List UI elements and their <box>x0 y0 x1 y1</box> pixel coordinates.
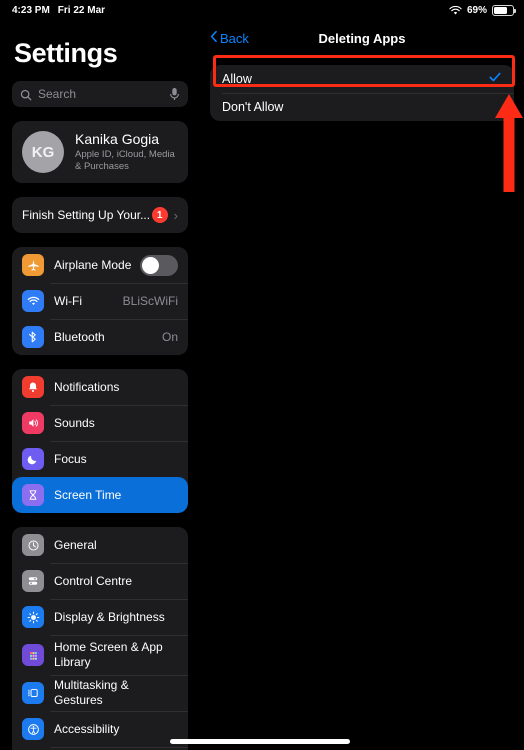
nav-bar: Deleting Apps Back <box>200 20 524 56</box>
control-centre-icon <box>22 570 44 593</box>
moon-icon <box>22 448 44 471</box>
sidebar-item-wifi[interactable]: Wi-Fi BLiScWiFi <box>12 283 188 319</box>
sidebar-item-sounds[interactable]: Sounds <box>12 405 188 441</box>
wifi-icon <box>449 5 462 16</box>
sidebar-item-multitasking[interactable]: Multitasking & Gestures <box>12 675 188 711</box>
chevron-left-icon <box>210 30 218 46</box>
sidebar-item-display-brightness[interactable]: Display & Brightness <box>12 599 188 635</box>
sidebar-item-label: Screen Time <box>54 487 122 502</box>
status-bar: 4:23 PM Fri 22 Mar 69% <box>0 0 524 20</box>
airplane-icon <box>22 254 44 277</box>
search-icon <box>20 88 32 101</box>
sidebar-item-label: Airplane Mode <box>54 257 132 272</box>
sidebar-item-label: Home Screen & App Library <box>54 640 163 670</box>
bluetooth-state-value: On <box>161 330 178 345</box>
sidebar-item-label: Control Centre <box>54 573 133 588</box>
checkmark-icon <box>488 70 502 88</box>
finish-setup-group: Finish Setting Up Your... 1 › <box>12 197 188 234</box>
sidebar-item-home-screen[interactable]: Home Screen & App Library <box>12 635 188 675</box>
sidebar-item-notifications[interactable]: Notifications <box>12 369 188 405</box>
accessibility-icon <box>22 718 44 741</box>
apple-id-row[interactable]: KG Kanika Gogia Apple ID, iCloud, Media … <box>12 121 188 183</box>
back-button[interactable]: Back <box>210 30 249 46</box>
sidebar-item-label: Focus <box>54 451 87 466</box>
search-input[interactable]: Search <box>12 81 188 107</box>
sidebar-item-screen-time[interactable]: Screen Time <box>12 477 188 514</box>
finish-setup-label: Finish Setting Up Your... <box>22 207 151 222</box>
apple-id-group: KG Kanika Gogia Apple ID, iCloud, Media … <box>12 121 188 184</box>
sidebar-item-label: Notifications <box>54 379 120 394</box>
sidebar-item-label: General <box>54 537 97 552</box>
sidebar-item-bluetooth[interactable]: Bluetooth On <box>12 319 188 355</box>
home-indicator <box>170 739 350 744</box>
sidebar-item-label: Bluetooth <box>54 329 105 344</box>
option-allow[interactable]: Allow <box>210 65 514 93</box>
sidebar-item-general[interactable]: General <box>12 527 188 563</box>
sidebar-item-label: Accessibility <box>54 721 120 736</box>
sidebar-item-label: Wi-Fi <box>54 293 82 308</box>
option-dont-allow[interactable]: Don't Allow <box>210 93 514 121</box>
sidebar-item-focus[interactable]: Focus <box>12 441 188 477</box>
battery-percent: 69% <box>466 4 487 16</box>
profile-subtitle: Apple ID, iCloud, Media & Purchases <box>75 149 175 173</box>
sidebar-item-label: Multitasking & Gestures <box>54 678 129 708</box>
wifi-network-value: BLiScWiFi <box>122 294 178 309</box>
app-grid-icon <box>22 644 44 667</box>
status-bar-left: 4:23 PM Fri 22 Mar <box>12 5 105 16</box>
status-time: 4:23 PM <box>12 4 50 16</box>
sidebar-item-airplane-mode[interactable]: Airplane Mode <box>12 247 188 283</box>
alerts-group: Notifications Sounds Focus Screen Time <box>12 369 188 514</box>
settings-sidebar: Settings Search KG Kanika Gogia Apple ID… <box>0 20 200 750</box>
multitasking-icon <box>22 682 44 705</box>
status-date: Fri 22 Mar <box>57 4 106 16</box>
sidebar-item-label: Display & Brightness <box>54 609 165 624</box>
option-label: Don't Allow <box>222 100 284 114</box>
brightness-icon <box>22 606 44 629</box>
hourglass-icon <box>22 484 44 507</box>
bell-icon <box>22 376 44 399</box>
avatar: KG <box>22 131 64 174</box>
status-bar-right: 69% <box>449 4 516 16</box>
bluetooth-icon <box>22 326 44 349</box>
battery-icon <box>492 4 516 16</box>
sidebar-item-accessibility[interactable]: Accessibility <box>12 711 188 747</box>
connectivity-group: Airplane Mode Wi-Fi BLiScWiFi Bluetooth … <box>12 247 188 356</box>
detail-pane: Deleting Apps Back Allow Don't Allow <box>200 20 524 750</box>
system-group: General Control Centre Display & Brightn… <box>12 527 188 750</box>
status-badge: 1 <box>151 207 168 224</box>
speaker-icon <box>22 412 44 435</box>
ipad-settings-screen: 4:23 PM Fri 22 Mar 69% Settings Search K… <box>0 0 524 750</box>
gear-icon <box>22 534 44 557</box>
airplane-mode-toggle[interactable] <box>140 254 178 276</box>
sidebar-item-control-centre[interactable]: Control Centre <box>12 563 188 599</box>
back-label: Back <box>220 30 249 46</box>
chevron-right-icon: › <box>173 207 178 223</box>
deleting-apps-options: Allow Don't Allow <box>210 65 514 121</box>
option-label: Allow <box>222 72 252 86</box>
finish-setup-row[interactable]: Finish Setting Up Your... 1 › <box>12 197 188 233</box>
profile-name: Kanika Gogia <box>75 131 160 147</box>
microphone-icon[interactable] <box>169 87 180 101</box>
wifi-icon <box>22 290 44 313</box>
page-title: Settings <box>14 38 118 68</box>
search-placeholder: Search <box>38 87 77 101</box>
sidebar-item-label: Sounds <box>54 415 95 430</box>
